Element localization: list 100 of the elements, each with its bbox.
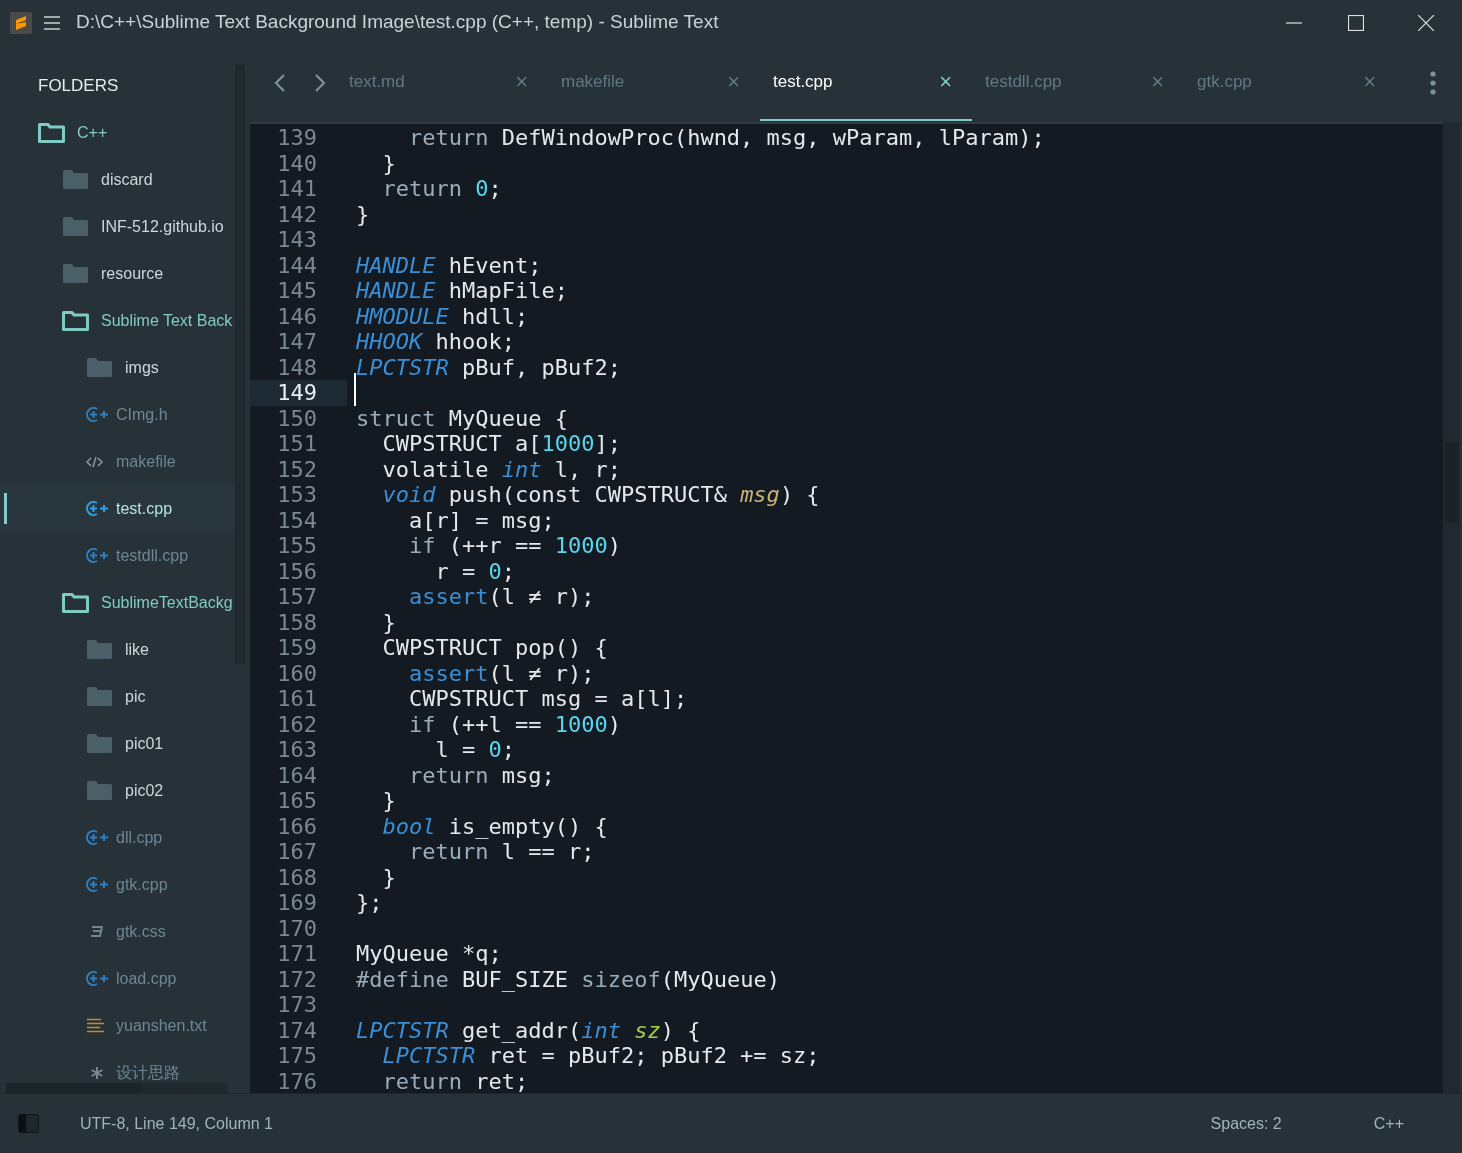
folder-icon [86, 357, 113, 378]
close-tab-button[interactable]: × [939, 70, 952, 93]
sidebar-item[interactable]: SublimeTextBackg [0, 579, 234, 626]
line-number: 151 [276, 431, 318, 457]
line-number: 140 [276, 150, 318, 176]
cpp-file-icon [86, 876, 110, 893]
close-icon[interactable] [1418, 14, 1434, 31]
sidebar-toggle-icon[interactable] [18, 1114, 39, 1133]
css-file-icon [90, 925, 103, 938]
code-line: MyQueue *q; [356, 941, 502, 966]
sidebar-item[interactable]: pic01 [0, 720, 234, 767]
code-line: return msg; [407, 762, 555, 788]
line-number: 157 [276, 584, 318, 610]
sidebar-item[interactable]: CImg.h [0, 391, 234, 438]
line-number: 139 [276, 125, 318, 151]
syntax-setting[interactable]: C++ [1373, 1111, 1404, 1136]
menu-icon[interactable] [44, 15, 60, 30]
text-file-icon [86, 1018, 105, 1033]
code-line: void push(const CWPSTRUCT& msg) { [381, 482, 820, 507]
sidebar-item[interactable]: like [0, 626, 234, 673]
cpp-file-icon [86, 500, 110, 517]
line-number: 162 [276, 711, 318, 737]
indentation-setting[interactable]: Spaces: 2 [1210, 1111, 1282, 1136]
line-number: 154 [276, 507, 318, 533]
sidebar-item[interactable]: dll.cpp [0, 814, 234, 861]
more-options-icon[interactable] [1430, 70, 1436, 95]
folder-icon [86, 686, 113, 707]
window-title: D:\C++\Sublime Text Background Image\test.cpp (C++, temp) - Sublime Text [76, 10, 719, 35]
line-number: 165 [276, 788, 318, 814]
code-line: assert(l ≠ r); [407, 584, 595, 609]
sidebar-item[interactable]: resource [0, 250, 234, 297]
line-number: 175 [276, 1043, 318, 1069]
asterisk-icon [90, 1065, 104, 1080]
line-number: 161 [276, 686, 318, 712]
line-number: 144 [276, 252, 318, 278]
line-number: 145 [276, 278, 318, 304]
sidebar-item[interactable]: makefile [0, 438, 234, 485]
cpp-file-icon [86, 970, 110, 987]
code-line: CWPSTRUCT pop() { [381, 635, 608, 660]
code-line: return 0; [381, 176, 502, 201]
sidebar-item[interactable]: gtk.css [0, 908, 234, 955]
sidebar-item[interactable]: yuanshen.txt [0, 1002, 234, 1049]
sidebar-item[interactable]: testdll.cpp [0, 532, 234, 579]
maximize-icon[interactable] [1348, 14, 1364, 31]
sidebar-item[interactable]: Sublime Text Back [0, 297, 234, 344]
code-line: if (++r == 1000) [407, 533, 621, 558]
line-number: 141 [276, 176, 318, 202]
code-line: LPCTSTR get_addr(int sz) { [356, 1017, 701, 1043]
sidebar-item[interactable]: imgs [0, 344, 234, 391]
code-line: HANDLE hMapFile; [356, 278, 568, 303]
folder-icon [38, 122, 65, 143]
cpp-file-icon [86, 406, 110, 423]
line-number: 159 [276, 635, 318, 661]
code-line: r = 0; [434, 558, 515, 584]
line-number: 168 [276, 864, 318, 890]
sidebar-item[interactable]: 设计思路 [0, 1049, 234, 1093]
sidebar-header: FOLDERS [38, 74, 119, 97]
sidebar-item[interactable]: test.cpp [0, 485, 234, 532]
sidebar-item[interactable]: load.cpp [0, 955, 234, 1002]
sidebar-item[interactable]: INF-512.github.io [0, 203, 234, 250]
code-line: } [356, 201, 370, 227]
code-line: return l == r; [407, 839, 595, 864]
code-line: LPCTSTR ret = pBuf2; pBuf2 += sz; [381, 1043, 820, 1068]
line-number: 147 [276, 329, 318, 355]
code-editor[interactable] [250, 122, 1443, 1093]
line-number: 167 [276, 839, 318, 865]
line-number: 173 [276, 992, 318, 1018]
line-number: 155 [276, 533, 318, 559]
scrollbar[interactable] [1443, 122, 1460, 1093]
sidebar-item[interactable]: discard [0, 156, 234, 203]
cpp-file-icon [86, 547, 110, 564]
line-number: 150 [276, 405, 318, 431]
line-number: 160 [276, 660, 318, 686]
sidebar-item[interactable]: pic02 [0, 767, 234, 814]
folder-icon [62, 216, 89, 237]
code-line: HMODULE hdll; [356, 303, 529, 329]
line-number: 148 [276, 354, 318, 380]
line-number: 163 [276, 737, 318, 763]
code-line: return ret; [381, 1068, 529, 1093]
sidebar-item[interactable]: gtk.cpp [0, 861, 234, 908]
sidebar-item[interactable]: pic [0, 673, 234, 720]
cursor-position[interactable]: UTF-8, Line 149, Column 1 [80, 1111, 273, 1136]
code-line: LPCTSTR pBuf, pBuf2; [356, 354, 621, 380]
folder-icon [62, 263, 89, 284]
code-line: } [381, 609, 396, 635]
code-line: bool is_empty() { [381, 813, 608, 839]
folder-icon [86, 639, 113, 660]
line-number: 166 [276, 813, 318, 839]
code-line: } [381, 864, 396, 890]
line-number: 156 [276, 558, 318, 584]
code-line: } [381, 150, 396, 176]
sidebar-item[interactable]: C++ [0, 109, 234, 156]
code-line: HANDLE hEvent; [356, 252, 542, 278]
line-number: 158 [276, 609, 318, 635]
line-number: 174 [276, 1017, 318, 1043]
code-line: CWPSTRUCT a[1000]; [381, 431, 621, 456]
code-line: #define BUF_SIZE sizeof(MyQueue) [356, 966, 780, 992]
code-line: assert(l ≠ r); [407, 660, 595, 686]
line-number: 169 [276, 890, 318, 916]
code-line: struct MyQueue { [356, 405, 568, 431]
